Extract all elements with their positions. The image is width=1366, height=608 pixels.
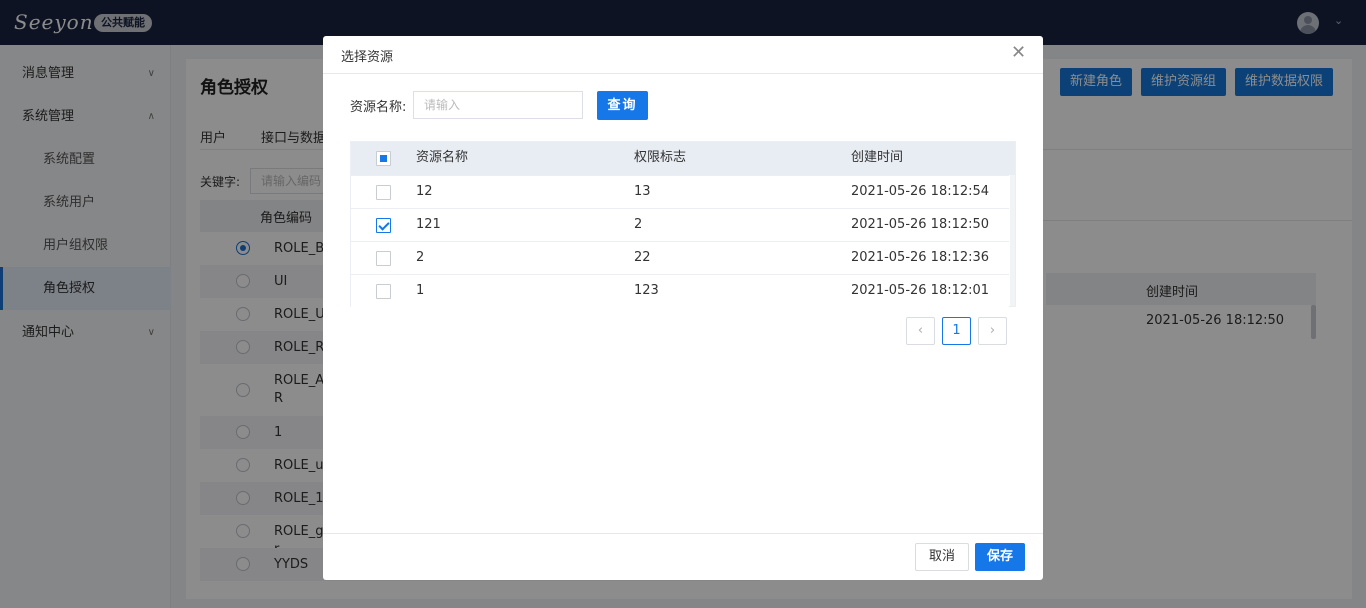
select-all-checkbox[interactable] [376,151,391,166]
column-header-resource-name: 资源名称 [416,150,469,165]
select-resource-dialog: 选择资源 ✕ 资源名称: 请输入 查询 资源名称 权限标志 创建时间 12 13… [323,36,1043,580]
row-checkbox-checked[interactable] [376,218,391,233]
permission-flag-cell: 123 [634,283,659,298]
save-button[interactable]: 保存 [975,543,1025,571]
created-time-cell: 2021-05-26 18:12:36 [851,250,990,265]
resource-name-label: 资源名称: [350,100,407,115]
cancel-button[interactable]: 取消 [915,543,969,571]
table-row[interactable]: 1 123 2021-05-26 18:12:01 [351,274,1009,307]
pagination-prev-button[interactable]: ‹ [906,317,935,345]
permission-flag-cell: 2 [634,217,643,232]
query-button[interactable]: 查询 [597,91,648,120]
resource-name-cell: 12 [416,184,433,199]
created-time-cell: 2021-05-26 18:12:54 [851,184,990,199]
row-checkbox[interactable] [376,251,391,266]
created-time-cell: 2021-05-26 18:12:01 [851,283,990,298]
resource-table: 资源名称 权限标志 创建时间 12 13 2021-05-26 18:12:54… [350,141,1016,307]
row-checkbox[interactable] [376,284,391,299]
resource-name-cell: 121 [416,217,441,232]
column-header-permission-flag: 权限标志 [634,150,687,165]
table-row[interactable]: 121 2 2021-05-26 18:12:50 [351,208,1009,241]
table-row[interactable]: 12 13 2021-05-26 18:12:54 [351,175,1009,208]
dialog-footer-divider [323,533,1043,534]
table-row[interactable]: 2 22 2021-05-26 18:12:36 [351,241,1009,274]
table-header: 资源名称 权限标志 创建时间 [351,142,1015,175]
dialog-header: 选择资源 ✕ [323,36,1043,74]
created-time-cell: 2021-05-26 18:12:50 [851,217,990,232]
resource-name-input[interactable]: 请输入 [413,91,583,119]
table-scrollbar[interactable] [1010,175,1015,306]
pagination-next-button[interactable]: › [978,317,1007,345]
resource-name-cell: 1 [416,283,425,298]
permission-flag-cell: 13 [634,184,651,199]
row-checkbox[interactable] [376,185,391,200]
dialog-title: 选择资源 [341,50,394,65]
close-icon[interactable]: ✕ [1011,43,1026,63]
permission-flag-cell: 22 [634,250,651,265]
column-header-created-time: 创建时间 [851,150,904,165]
resource-name-cell: 2 [416,250,425,265]
pagination-page-button[interactable]: 1 [942,317,971,345]
